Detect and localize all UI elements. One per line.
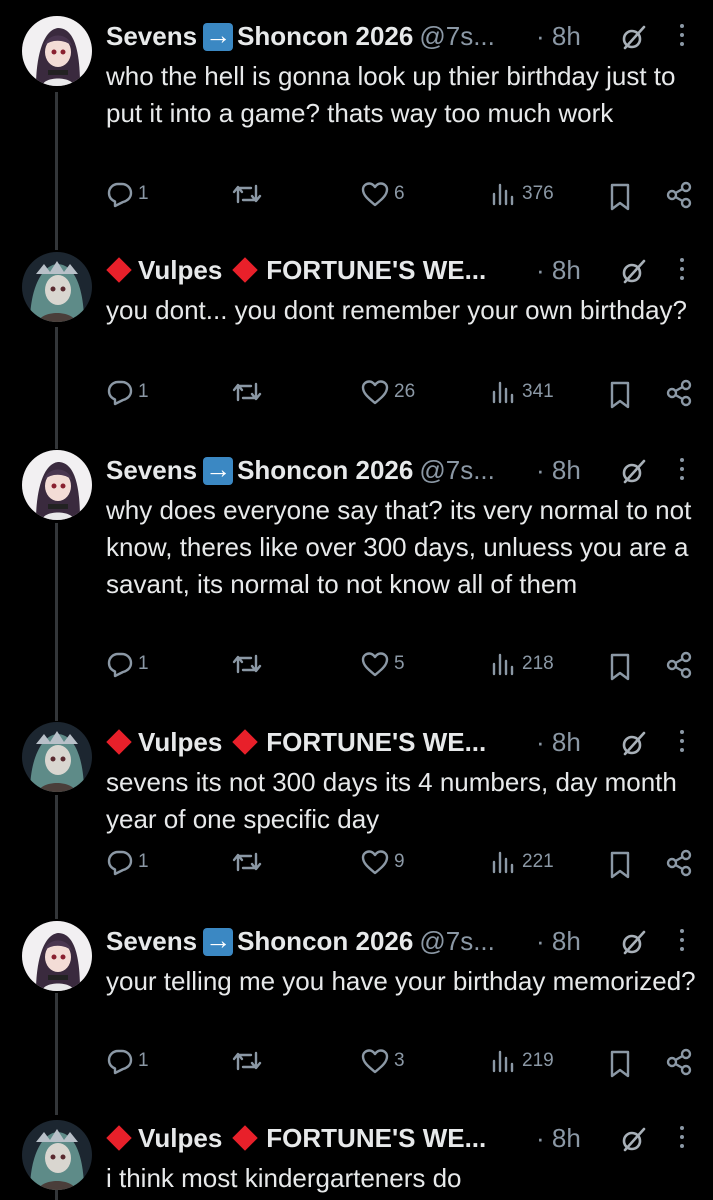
tweet[interactable]: Vulpes FORTUNE'S WE... · 8h i think most… [0,1108,713,1200]
retweet-icon [232,852,262,872]
views-icon [492,183,514,206]
share-icon[interactable] [664,378,694,408]
retweet-button[interactable] [230,180,264,208]
views-icon [492,851,514,874]
like-count: 6 [394,183,405,204]
action-bar: 1 6 376 [0,178,713,212]
heart-icon [361,1049,389,1074]
bookmark-icon[interactable] [606,380,634,410]
share-icon[interactable] [664,848,694,878]
like-count: 3 [394,1050,405,1071]
share-icon[interactable] [664,180,694,210]
like-count: 5 [394,653,405,674]
views-count: 376 [522,183,554,204]
tweet-text: your telling me you have your birthday m… [106,966,696,996]
retweet-button[interactable] [230,848,264,876]
grok-icon[interactable] [620,23,648,51]
heart-icon [361,652,389,677]
retweet-icon [232,382,262,402]
more-icon[interactable] [672,925,692,955]
more-icon[interactable] [672,20,692,50]
heart-icon [361,380,389,405]
tweet-text: why does everyone say that? its very nor… [106,495,692,599]
heart-icon [361,182,389,207]
retweet-button[interactable] [230,378,264,406]
retweet-icon [232,654,262,674]
action-bar: 1 5 218 [0,648,713,682]
bookmark-icon[interactable] [606,1049,634,1079]
like-button[interactable]: 3 [360,1047,405,1075]
like-button[interactable]: 5 [360,650,405,678]
bookmark-icon[interactable] [606,652,634,682]
action-bar: 1 9 221 [0,846,713,880]
tweet-text: sevens its not 300 days its 4 numbers, d… [106,767,677,834]
tweet-text: you dont... you dont remember your own b… [106,295,687,325]
reply-count: 1 [138,1050,149,1071]
more-icon[interactable] [672,1122,692,1152]
tweet[interactable]: Sevens Shoncon 2026 @7s... · 8h why does… [0,440,713,710]
tweet-text: i think most kindergarteners do [106,1163,462,1193]
retweet-button[interactable] [230,650,264,678]
views-icon [492,653,514,676]
reply-count: 1 [138,653,149,674]
bookmark-icon[interactable] [606,850,634,880]
action-bar: 1 3 219 [0,1045,713,1079]
grok-icon[interactable] [620,257,648,285]
views-button[interactable]: 221 [490,848,554,876]
views-count: 341 [522,381,554,402]
retweet-icon [232,184,262,204]
reply-icon [107,850,133,876]
more-icon[interactable] [672,254,692,284]
views-button[interactable]: 341 [490,378,554,406]
like-button[interactable]: 9 [360,848,405,876]
tweet[interactable]: Sevens Shoncon 2026 @7s... · 8h your tel… [0,911,713,1111]
like-button[interactable]: 6 [360,180,405,208]
grok-icon[interactable] [620,1125,648,1153]
views-button[interactable]: 218 [490,650,554,678]
reply-button[interactable]: 1 [106,180,149,208]
views-icon [492,1050,514,1073]
more-icon[interactable] [672,454,692,484]
grok-icon[interactable] [620,457,648,485]
reply-icon [107,380,133,406]
reply-count: 1 [138,183,149,204]
reply-icon [107,652,133,678]
reply-button[interactable]: 1 [106,378,149,406]
reply-button[interactable]: 1 [106,1047,149,1075]
views-count: 218 [522,653,554,674]
reply-icon [107,182,133,208]
reply-count: 1 [138,381,149,402]
views-count: 221 [522,851,554,872]
retweet-button[interactable] [230,1047,264,1075]
reply-icon [107,1049,133,1075]
reply-button[interactable]: 1 [106,650,149,678]
tweet-text: who the hell is gonna look up thier birt… [106,61,676,128]
tweet[interactable]: Sevens Shoncon 2026 @7s... · 8h who the … [0,6,713,226]
views-button[interactable]: 376 [490,180,554,208]
share-icon[interactable] [664,1047,694,1077]
share-icon[interactable] [664,650,694,680]
grok-icon[interactable] [620,928,648,956]
grok-icon[interactable] [620,729,648,757]
reply-count: 1 [138,851,149,872]
tweet[interactable]: Vulpes FORTUNE'S WE... · 8h you dont... … [0,240,713,460]
retweet-icon [232,1051,262,1071]
like-count: 26 [394,381,416,402]
like-count: 9 [394,851,405,872]
views-icon [492,381,514,404]
views-button[interactable]: 219 [490,1047,554,1075]
like-button[interactable]: 26 [360,378,415,406]
tweet[interactable]: Vulpes FORTUNE'S WE... · 8h sevens its n… [0,712,713,912]
bookmark-icon[interactable] [606,182,634,212]
heart-icon [361,850,389,875]
reply-button[interactable]: 1 [106,848,149,876]
more-icon[interactable] [672,726,692,756]
action-bar: 1 26 341 [0,376,713,410]
views-count: 219 [522,1050,554,1071]
